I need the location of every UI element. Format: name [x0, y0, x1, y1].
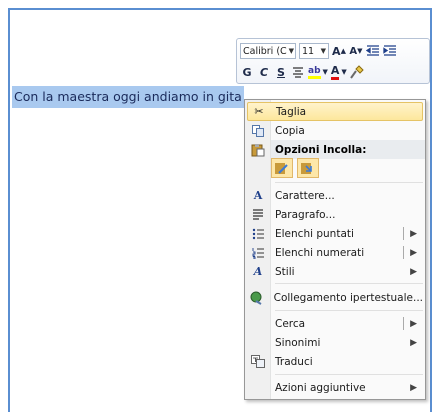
bold-button[interactable]: G: [240, 64, 254, 80]
align-center-button[interactable]: [291, 64, 305, 80]
menu-item-label: Taglia: [276, 105, 307, 118]
menu-item-label: Cerca: [275, 317, 306, 330]
menu-item-stili[interactable]: A Stili ▶: [247, 262, 423, 281]
chevron-right-icon: ▶: [410, 337, 417, 348]
mini-toolbar: Calibri (C ▼ 11 ▼ A ▲ A ▼ G C S ab ▼ A ▼: [236, 38, 430, 84]
menu-item-label: Sinonimi: [275, 336, 321, 349]
menu-item-elenchi-puntati[interactable]: Elenchi puntati ▶: [247, 224, 423, 243]
hyperlink-icon: [247, 291, 268, 305]
menu-item-label: Collegamento ipertestuale...: [273, 291, 423, 304]
format-painter-icon: [349, 65, 364, 79]
paste-options-label: Opzioni Incolla:: [275, 143, 367, 156]
menu-item-label: Traduci: [275, 355, 313, 368]
menu-item-collegamento[interactable]: Collegamento ipertestuale...: [247, 288, 423, 307]
menu-item-label: Paragrafo...: [275, 208, 336, 221]
font-name-value: Calibri (C: [243, 45, 287, 57]
menu-item-carattere[interactable]: A Carattere...: [247, 186, 423, 205]
menu-item-copia[interactable]: Copia: [247, 121, 423, 140]
chevron-right-icon: ▶: [410, 266, 417, 277]
chevron-down-icon: ▼: [320, 47, 326, 55]
paste-options: [271, 158, 319, 178]
split-divider: [403, 227, 405, 240]
menu-item-label: Stili: [275, 265, 295, 278]
menu-item-taglia[interactable]: ✂ Taglia: [247, 102, 423, 121]
selected-text[interactable]: Con la maestra oggi andiamo in gita: [12, 86, 244, 108]
paragraph-icon: [247, 208, 269, 221]
split-divider: [403, 246, 405, 259]
menu-item-sinonimi[interactable]: Sinonimi ▶: [247, 333, 423, 352]
menu-item-label: Copia: [275, 124, 305, 137]
underline-button[interactable]: S: [274, 64, 288, 80]
chevron-right-icon[interactable]: ▶: [410, 229, 417, 239]
highlighter-icon: ab: [308, 66, 321, 79]
menu-separator: [275, 310, 423, 311]
menu-item-label: Elenchi numerati: [275, 246, 365, 259]
shrink-font-button[interactable]: A ▼: [349, 43, 363, 59]
font-size-value: 11: [302, 45, 315, 57]
paste-keep-format-button[interactable]: [271, 158, 293, 178]
bullets-icon: [247, 228, 269, 240]
align-center-icon: [293, 66, 303, 78]
translate-icon: [247, 355, 269, 368]
chevron-down-icon: ▼: [288, 47, 295, 55]
styles-icon: A: [253, 265, 263, 278]
menu-item-label: Carattere...: [275, 189, 335, 202]
context-menu: ✂ Taglia Copia Opzioni Incolla: A Caratt…: [244, 99, 426, 400]
menu-item-cerca[interactable]: Cerca ▶: [247, 314, 423, 333]
menu-separator: [275, 182, 423, 183]
menu-item-label: Elenchi puntati: [275, 227, 354, 240]
chevron-down-icon: ▼: [341, 68, 347, 76]
paste-keep-format-icon: [275, 163, 288, 174]
menu-item-label: Azioni aggiuntive: [275, 381, 366, 394]
highlight-color-button[interactable]: ab ▼: [308, 64, 328, 80]
menu-separator: [275, 374, 423, 375]
chevron-right-icon[interactable]: ▶: [410, 248, 417, 258]
menu-item-traduci[interactable]: Traduci: [247, 352, 423, 371]
scissors-icon: ✂: [254, 105, 264, 118]
chevron-right-icon[interactable]: ▶: [410, 319, 417, 329]
mini-toolbar-row-2: G C S ab ▼ A ▼: [240, 62, 364, 82]
menu-item-elenchi-numerati[interactable]: Elenchi numerati ▶: [247, 243, 423, 262]
font-color-icon: A: [330, 64, 340, 80]
mini-toolbar-row-1: Calibri (C ▼ 11 ▼ A ▲ A ▼: [240, 41, 397, 61]
chevron-down-icon: ▼: [322, 68, 328, 76]
paste-options-header: Opzioni Incolla:: [271, 140, 425, 159]
increase-indent-icon: [383, 45, 396, 56]
increase-indent-button[interactable]: [383, 43, 397, 59]
split-divider: [403, 317, 405, 330]
paste-merge-format-button[interactable]: [297, 158, 319, 178]
font-size-combo[interactable]: 11 ▼: [299, 43, 329, 59]
font-icon: A: [253, 189, 263, 202]
numbering-icon: [247, 247, 269, 259]
grow-font-icon: A: [332, 44, 341, 58]
grow-font-button[interactable]: A ▲: [332, 43, 346, 59]
decrease-indent-icon: [366, 45, 379, 56]
font-color-button[interactable]: A ▼: [330, 64, 347, 80]
paste-icon: [251, 142, 265, 161]
copy-icon: [247, 124, 269, 137]
paste-merge-format-icon: [301, 163, 312, 174]
italic-button[interactable]: C: [257, 64, 271, 80]
menu-item-azioni-aggiuntive[interactable]: Azioni aggiuntive ▶: [247, 378, 423, 397]
decrease-indent-button[interactable]: [366, 43, 380, 59]
font-name-combo[interactable]: Calibri (C ▼: [240, 43, 296, 59]
chevron-right-icon: ▶: [410, 382, 417, 393]
menu-separator: [275, 283, 423, 284]
shrink-font-icon: A: [349, 45, 358, 57]
format-painter-button[interactable]: [349, 64, 364, 80]
menu-item-paragrafo[interactable]: Paragrafo...: [247, 205, 423, 224]
